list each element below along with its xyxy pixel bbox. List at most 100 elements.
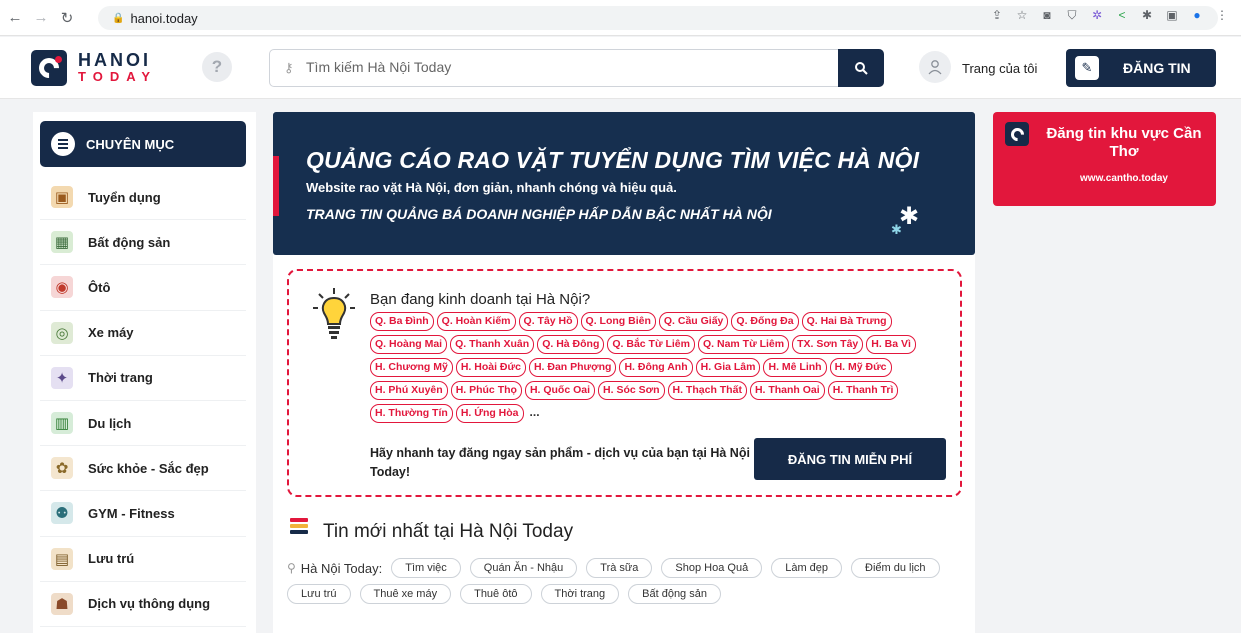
category-header[interactable]: CHUYÊN MỤC — [40, 121, 246, 167]
district-tag[interactable]: Q. Tây Hồ — [518, 312, 578, 331]
district-tag[interactable]: H. Phú Xuyên — [370, 381, 448, 400]
district-tag[interactable]: H. Thanh Oai — [749, 381, 825, 400]
district-tag[interactable]: H. Sóc Sơn — [598, 381, 665, 400]
district-tag[interactable]: H. Gia Lâm — [695, 358, 761, 377]
cantho-logo-icon — [1005, 122, 1029, 146]
district-tag[interactable]: Q. Đống Đa — [731, 312, 799, 331]
pencil-icon: ✎ — [1075, 56, 1099, 80]
district-tag[interactable]: Q. Hà Đông — [537, 335, 605, 354]
category-chip[interactable]: Shop Hoa Quả — [661, 558, 763, 578]
ad-url: www.cantho.today — [1080, 173, 1168, 184]
forward-icon[interactable]: → — [30, 7, 52, 29]
location-label: ⚲ Hà Nội Today: — [287, 561, 382, 576]
help-icon[interactable]: ? — [202, 52, 232, 82]
sidebar-item-label: Du lịch — [88, 415, 132, 431]
browser-menu-icon[interactable]: ⋮ — [1215, 8, 1229, 22]
district-tag[interactable]: Q. Ba Đình — [370, 312, 434, 331]
puzzle-icon[interactable]: ✱ — [1140, 8, 1154, 22]
category-chip[interactable]: Thuê ôtô — [460, 584, 532, 604]
shield-icon[interactable]: ⛉ — [1065, 8, 1079, 22]
post-button[interactable]: ✎ ĐĂNG TIN — [1066, 49, 1216, 87]
search-button[interactable] — [838, 49, 884, 87]
district-tag[interactable]: H. Mê Linh — [763, 358, 827, 377]
my-page-link[interactable]: Trang của tôi — [962, 61, 1037, 76]
district-tag[interactable]: H. Thạch Thất — [667, 381, 747, 400]
category-chip[interactable]: Tìm việc — [391, 558, 461, 578]
banner-title: QUẢNG CÁO RAO VẶT TUYỂN DỤNG TÌM VIỆC HÀ… — [306, 147, 920, 173]
address-url: hanoi.today — [130, 10, 198, 26]
district-tag[interactable]: Q. Thanh Xuân — [450, 335, 535, 354]
main-content: QUẢNG CÁO RAO VẶT TUYỂN DỤNG TÌM VIỆC HÀ… — [273, 112, 975, 633]
district-tag[interactable]: Q. Cầu Giấy — [658, 312, 729, 331]
travel-icon: ▥ — [51, 412, 73, 435]
sidebar-item-xe-may[interactable]: ◎ Xe máy — [40, 311, 246, 356]
district-tag[interactable]: Q. Hoàng Mai — [370, 335, 448, 354]
category-chip[interactable]: Thuê xe máy — [359, 584, 452, 604]
district-tag[interactable]: H. Ứng Hòa — [455, 404, 524, 423]
briefcase-icon: ▣ — [51, 186, 73, 209]
search-bar: ⚷ — [269, 49, 884, 87]
sidepanel-icon[interactable]: ▣ — [1165, 8, 1179, 22]
district-tag[interactable]: H. Đông Anh — [619, 358, 693, 377]
district-tag[interactable]: H. Thường Tín — [370, 404, 453, 423]
cantho-ad-banner[interactable]: Đăng tin khu vực Cần Thơ www.cantho.toda… — [993, 112, 1216, 206]
category-header-label: CHUYÊN MỤC — [86, 136, 175, 152]
car-icon: ◉ — [51, 276, 73, 299]
district-tag[interactable]: H. Thanh Trì — [827, 381, 899, 400]
logo-icon[interactable] — [31, 50, 67, 86]
share-icon[interactable]: ⇪ — [990, 8, 1004, 22]
hotel-icon: ▤ — [51, 547, 73, 570]
sidebar-item-gym[interactable]: ⚉ GYM - Fitness — [40, 491, 246, 537]
back-icon[interactable]: ← — [4, 7, 26, 29]
news-list-icon — [290, 518, 308, 538]
sidebar-item-bat-dong-san[interactable]: ▦ Bất động sản — [40, 220, 246, 266]
beauty-icon: ✿ — [51, 457, 73, 480]
dumbbell-icon: ⚉ — [51, 502, 73, 525]
bookmark-star-icon[interactable]: ☆ — [1015, 8, 1029, 22]
sidebar-item-tuyen-dung[interactable]: ▣ Tuyển dụng — [40, 175, 246, 221]
camera-icon[interactable]: ◙ — [1040, 8, 1054, 22]
district-tag[interactable]: H. Ba Vì — [866, 335, 916, 354]
category-chip[interactable]: Làm đẹp — [771, 558, 843, 578]
sidebar-item-dich-vu[interactable]: ☗ Dịch vụ thông dụng — [40, 582, 246, 627]
category-chip[interactable]: Điểm du lịch — [851, 558, 940, 578]
district-tag[interactable]: Q. Long Biên — [580, 312, 656, 331]
sidebar-item-oto[interactable]: ◉ Ôtô — [40, 265, 246, 311]
location-label-text: Hà Nội Today: — [300, 560, 383, 576]
category-chip[interactable]: Thời trang — [540, 584, 620, 604]
category-chip[interactable]: Bất động sản — [628, 584, 721, 604]
sidebar-item-suc-khoe[interactable]: ✿ Sức khỏe - Sắc đẹp — [40, 446, 246, 492]
district-tag[interactable]: Q. Nam Từ Liêm — [697, 335, 790, 354]
district-tag[interactable]: Q. Hoàn Kiếm — [436, 312, 516, 331]
promo-title: Bạn đang kinh doanh tại Hà Nội? — [370, 291, 591, 308]
menu-icon — [51, 132, 75, 156]
category-chip[interactable]: Trà sữa — [586, 558, 653, 578]
district-tag[interactable]: H. Đan Phượng — [528, 358, 617, 377]
district-tag[interactable]: H. Phúc Thọ — [450, 381, 522, 400]
sidebar-item-du-lich[interactable]: ▥ Du lịch — [40, 401, 246, 447]
district-tag[interactable]: Q. Hai Bà Trưng — [801, 312, 892, 331]
search-input[interactable] — [306, 59, 826, 75]
sidebar-item-thoi-trang[interactable]: ✦ Thời trang — [40, 356, 246, 401]
user-icon[interactable] — [919, 51, 951, 83]
share-nodes-icon[interactable]: < — [1115, 8, 1129, 22]
category-chip[interactable]: Lưu trú — [287, 584, 351, 604]
district-tag[interactable]: H. Hoài Đức — [455, 358, 526, 377]
sidebar-item-luu-tru[interactable]: ▤ Lưu trú — [40, 537, 246, 582]
district-tag[interactable]: H. Chương Mỹ — [370, 358, 453, 377]
ad-title: Đăng tin khu vực Cần Thơ — [1046, 125, 1202, 160]
free-post-button[interactable]: ĐĂNG TIN MIỄN PHÍ — [754, 438, 946, 480]
district-tag[interactable]: Q. Bắc Từ Liêm — [607, 335, 695, 354]
profile-icon[interactable]: ● — [1190, 8, 1204, 22]
banner-subtitle: Website rao vặt Hà Nội, đơn giản, nhanh … — [306, 180, 677, 195]
lock-icon: 🔒 — [112, 12, 125, 24]
district-tag[interactable]: TX. Sơn Tây — [792, 335, 864, 354]
district-tag[interactable]: H. Mỹ Đức — [829, 358, 892, 377]
extension-gear-icon[interactable]: ✲ — [1090, 8, 1104, 22]
logo-text-hanoi[interactable]: HANOI — [78, 50, 151, 71]
location-chip-row: ⚲ Hà Nội Today: Tìm việc Quán Ăn - Nhậu Tr… — [287, 558, 967, 604]
category-chip[interactable]: Quán Ăn - Nhậu — [469, 558, 578, 578]
reload-icon[interactable]: ↻ — [56, 7, 78, 29]
district-tag[interactable]: H. Quốc Oai — [524, 381, 596, 400]
logo-text-today[interactable]: TODAY — [78, 69, 157, 84]
